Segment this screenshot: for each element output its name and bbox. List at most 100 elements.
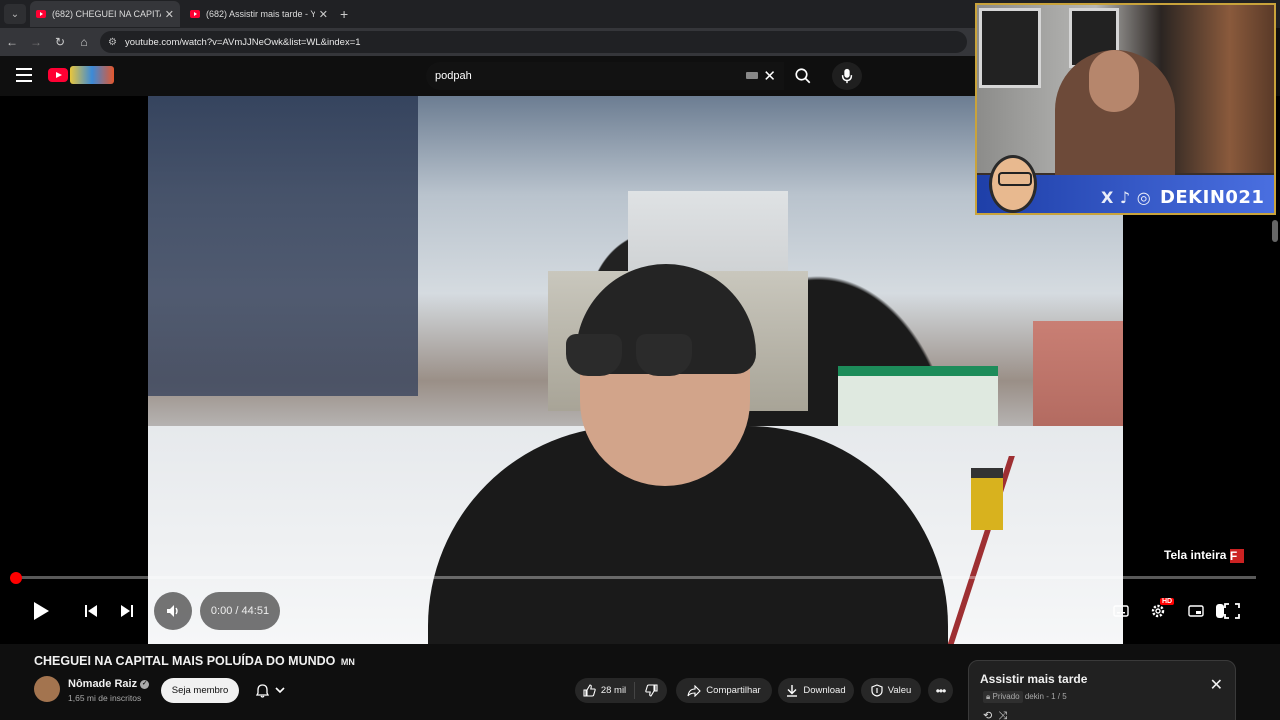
new-tab-button[interactable]: + — [340, 6, 348, 22]
bell-icon — [255, 683, 269, 698]
progress-bar[interactable] — [16, 576, 1256, 579]
microphone-icon — [841, 68, 853, 84]
close-playlist-icon[interactable]: ✕ — [1210, 675, 1223, 695]
next-button[interactable] — [116, 600, 138, 622]
youtube-doodle-logo[interactable] — [70, 66, 114, 84]
chevron-down-icon — [274, 687, 285, 694]
play-icon — [34, 602, 49, 620]
shuffle-icon[interactable]: ⤨ — [998, 710, 1007, 720]
like-count: 28 mil — [600, 685, 627, 696]
verified-check-icon: ✓ — [140, 679, 150, 689]
share-label: Compartilhar — [706, 685, 761, 696]
download-icon — [787, 685, 798, 697]
close-tab-icon[interactable]: ✕ — [319, 8, 328, 21]
play-button[interactable] — [28, 596, 54, 626]
volume-icon — [167, 605, 178, 617]
fullscreen-tooltip-text: Tela inteira — [1164, 548, 1227, 562]
miniplayer-button[interactable] — [1185, 600, 1207, 622]
fullscreen-button[interactable] — [1221, 600, 1243, 622]
fullscreen-shortcut-key: F — [1229, 548, 1244, 563]
next-icon — [121, 605, 133, 617]
miniplayer-icon — [1188, 605, 1204, 617]
browser-tab-active[interactable]: (682) CHEGUEI NA CAPITAL MA ✕ — [30, 1, 180, 27]
reload-icon[interactable]: ↻ — [48, 35, 72, 49]
more-actions-button[interactable]: ••• — [928, 678, 953, 703]
thanks-label: Valeu — [887, 685, 912, 696]
streamer-webcam-overlay: X ♪ ◎ DEKIN021 — [975, 3, 1276, 215]
tab-title: (682) Assistir mais tarde - YouTu — [206, 9, 315, 19]
notifications-button[interactable] — [246, 678, 294, 703]
super-thanks-icon — [871, 684, 883, 697]
browser-tab[interactable]: (682) Assistir mais tarde - YouTu ✕ — [184, 1, 334, 27]
tab-search-button[interactable]: ⌄ — [4, 4, 26, 24]
subtitles-icon — [1113, 605, 1129, 617]
video-scene-building — [148, 96, 418, 396]
youtube-logo-icon[interactable] — [48, 68, 68, 82]
privacy-badge: 🔒︎ Privado — [983, 691, 1023, 703]
forward-arrow-icon[interactable]: → — [24, 35, 48, 49]
subscriber-count: 1,65 mi de inscritos — [68, 693, 142, 703]
like-dislike-group: 28 mil — [575, 678, 667, 703]
search-input[interactable]: podpah ✕ — [426, 62, 784, 90]
search-button[interactable] — [788, 62, 818, 90]
wall-poster — [979, 8, 1041, 88]
video-title-text: CHEGUEI NA CAPITAL MAIS POLUÍDA DO MUNDO — [34, 654, 336, 668]
home-icon[interactable]: ⌂ — [72, 35, 96, 49]
address-bar[interactable]: ⚙ youtube.com/watch?v=AVmJJNeOwk&list=WL… — [100, 31, 967, 53]
download-label: Download — [803, 685, 846, 696]
keyboard-icon[interactable] — [746, 72, 758, 79]
lock-icon: 🔒︎ — [986, 692, 991, 701]
time-display: 0:00 / 44:51 — [200, 592, 280, 630]
loop-icon[interactable]: ⟲ — [983, 710, 992, 720]
video-scene-building — [1033, 321, 1123, 431]
video-scene-trash-bin — [971, 468, 1003, 530]
volume-button[interactable] — [154, 592, 192, 630]
url-text: youtube.com/watch?v=AVmJJNeOwk&list=WL&i… — [124, 36, 361, 48]
page-scrollbar[interactable] — [1272, 220, 1278, 242]
back-arrow-icon[interactable]: ← — [0, 35, 24, 49]
download-button[interactable]: Download — [778, 678, 854, 703]
playlist-title[interactable]: Assistir mais tarde — [980, 672, 1087, 686]
previous-button[interactable] — [80, 600, 102, 622]
total-time: 44:51 — [241, 605, 270, 617]
cartoon-avatar — [989, 155, 1037, 213]
playlist-meta: 🔒︎ Privado dekin - 1 / 5 — [983, 691, 1067, 703]
hamburger-menu-icon[interactable] — [16, 68, 32, 82]
channel-name-text: Nômade Raiz — [68, 678, 138, 690]
video-scene-sunglasses — [566, 334, 698, 382]
dislike-button[interactable] — [635, 684, 667, 697]
youtube-header: podpah ✕ — [0, 56, 975, 96]
screen: ⌄ (682) CHEGUEI NA CAPITAL MA ✕ (682) As… — [0, 0, 1280, 720]
gear-icon — [1151, 604, 1165, 618]
streamer-socials: X ♪ ◎ DEKIN021 — [1101, 187, 1264, 208]
mouse-cursor — [1216, 604, 1224, 618]
progress-scrubber[interactable] — [10, 572, 22, 584]
share-icon — [687, 684, 702, 697]
fullscreen-tooltip: Tela inteira F — [1164, 548, 1244, 563]
like-button[interactable]: 28 mil — [575, 682, 635, 699]
hd-badge: HD — [1160, 598, 1175, 605]
subtitles-button[interactable] — [1110, 600, 1132, 622]
previous-icon — [85, 605, 97, 617]
close-tab-icon[interactable]: ✕ — [165, 8, 174, 21]
privacy-label: Privado — [992, 692, 1020, 701]
join-button[interactable]: Seja membro — [161, 678, 239, 703]
more-dots-icon: ••• — [935, 683, 947, 698]
current-time: 0:00 — [210, 605, 233, 617]
playlist-position: dekin - 1 / 5 — [1024, 692, 1067, 701]
channel-name[interactable]: Nômade Raiz ✓ — [68, 678, 150, 690]
youtube-favicon-icon — [190, 10, 200, 18]
video-title: CHEGUEI NA CAPITAL MAIS POLUÍDA DO MUNDO… — [34, 654, 355, 668]
channel-avatar[interactable] — [34, 676, 60, 702]
share-button[interactable]: Compartilhar — [676, 678, 772, 703]
country-flag: MN — [340, 657, 355, 667]
voice-search-button[interactable] — [832, 62, 862, 90]
youtube-favicon-icon — [36, 10, 46, 18]
time-separator: / — [235, 605, 239, 617]
thumbs-down-icon — [644, 684, 658, 697]
tab-title: (682) CHEGUEI NA CAPITAL MA — [52, 9, 161, 19]
playlist-controls: ⟲ ⤨ — [983, 709, 1007, 720]
thanks-button[interactable]: Valeu — [861, 678, 921, 703]
site-info-icon[interactable]: ⚙ — [108, 37, 117, 48]
clear-search-icon[interactable]: ✕ — [763, 67, 776, 85]
